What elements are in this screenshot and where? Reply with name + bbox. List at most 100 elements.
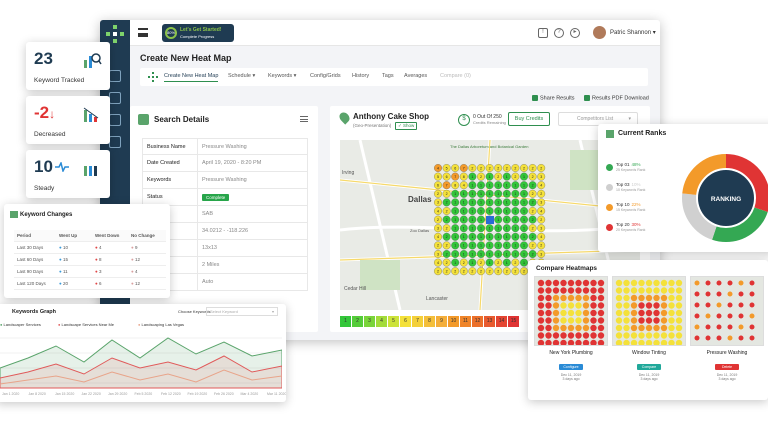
pdf-download-button[interactable]: Results PDF Download <box>584 95 649 101</box>
stat-card-decreased: -2↓ Decreased <box>26 96 110 144</box>
rank-scale-cell: 9 <box>436 316 448 327</box>
sidebar-item-heatmap[interactable] <box>109 92 121 104</box>
compare-heatmap-tag-button[interactable]: Compare <box>637 364 661 370</box>
stat-label: Keyword Tracked <box>34 77 85 84</box>
thumbnail-point <box>727 335 733 341</box>
thumbnail-point <box>705 313 711 319</box>
tab-history[interactable]: History <box>352 73 369 79</box>
thumbnail-point <box>615 317 623 324</box>
compare-heatmap-thumbnail[interactable] <box>534 276 608 346</box>
x-axis-label: Jan 1 2020 <box>2 392 20 396</box>
tab-create-heat-map[interactable]: Create New Heat Map <box>164 73 219 82</box>
avatar[interactable] <box>593 26 606 39</box>
legend-item: ● Landscaping Las Vegas <box>138 322 184 327</box>
thumbnail-point <box>537 317 545 324</box>
user-menu[interactable]: Patric Shannon ▾ <box>610 29 656 36</box>
cell-value: 6 <box>98 281 102 286</box>
heat-grid-rank: 2 <box>446 261 448 265</box>
heat-grid-rank: 1 <box>506 252 508 256</box>
thumbnail-point <box>545 287 552 294</box>
thumbnail-point <box>552 287 560 294</box>
heat-grid-rank: 2 <box>532 218 534 222</box>
thumbnail-point <box>716 291 722 297</box>
thumbnail-point <box>582 287 590 294</box>
heat-grid-rank: 1 <box>523 235 525 239</box>
thumbnail-point <box>597 309 605 317</box>
tab-compare[interactable]: Compare (0) <box>440 73 471 79</box>
compare-heatmap-date: Dec 11, 2019 3 days ago <box>534 373 608 381</box>
thumbnail-point <box>590 309 597 317</box>
heat-grid-rank: 2 <box>437 218 439 222</box>
table-header-row: Period Went Up Went Down No Change <box>14 230 166 242</box>
thumbnail-point <box>560 302 567 309</box>
tab-averages[interactable]: Averages <box>404 73 427 79</box>
compare-heatmaps-title: Compare Heatmaps <box>536 265 598 272</box>
help-icon[interactable]: ? <box>554 28 564 38</box>
rank-scale-cell: 15 <box>508 316 520 327</box>
business-marker-icon[interactable] <box>486 216 494 224</box>
heat-grid-rank: 7 <box>454 175 456 179</box>
heat-grid-rank: 2 <box>514 166 516 170</box>
share-results-button[interactable]: Share Results <box>532 95 575 101</box>
thumbnail-point <box>645 309 653 317</box>
compare-heatmap-tag-button[interactable]: Configure <box>559 364 583 370</box>
rank-dot <box>606 224 613 231</box>
compare-heatmap-tag-button[interactable]: Delete <box>715 364 739 370</box>
tab-keywords[interactable]: Keywords ▾ <box>268 73 296 79</box>
cell-value: Last 120 Days <box>17 281 46 286</box>
thumbnail-point <box>675 339 683 345</box>
grid-icon <box>148 72 158 82</box>
heat-grid-rank: 1 <box>514 227 516 231</box>
stat-card-tracked: 23 Keyword Tracked <box>26 42 110 90</box>
tab-schedule[interactable]: Schedule ▾ <box>228 73 255 79</box>
thumbnail-point <box>552 332 560 339</box>
show-label: Show <box>403 123 415 128</box>
heat-grid-rank: 1 <box>523 192 525 196</box>
heat-grid-rank: 1 <box>497 218 499 222</box>
thumbnail-point <box>749 335 755 341</box>
thumbnail-point <box>623 317 630 324</box>
thumbnail-point <box>597 324 605 332</box>
bell-icon[interactable]: ! <box>538 28 548 38</box>
thumbnail-point <box>560 279 567 287</box>
play-icon[interactable]: ▸ <box>570 28 580 38</box>
heat-grid-rank: 6 <box>454 166 456 170</box>
pdf-label: Results PDF Download <box>592 95 649 102</box>
thumbnail-point <box>660 339 668 345</box>
choose-keywords-select[interactable]: Select Keyword ▾ <box>206 307 278 316</box>
thumbnail-point <box>575 309 582 317</box>
compare-heatmap-thumbnail[interactable] <box>612 276 686 346</box>
compare-heatmaps-card: Compare Heatmaps New York Plumbing Config… <box>528 260 768 400</box>
menu-icon[interactable] <box>300 116 308 122</box>
sidebar-item-reports[interactable] <box>109 114 121 126</box>
thumbnail-point <box>545 309 552 317</box>
thumbnail-point <box>590 317 597 324</box>
buy-credits-button[interactable]: Buy Credits <box>508 112 550 126</box>
thumbnail-point <box>567 279 575 287</box>
tab-tags[interactable]: Tags <box>382 73 394 79</box>
sidebar-item-search[interactable] <box>109 70 121 82</box>
heat-grid-rank: 1 <box>523 175 525 179</box>
hamburger-menu-icon[interactable] <box>138 28 148 37</box>
cell-value: Last 30 Days <box>17 245 44 250</box>
thumbnail-point <box>567 317 575 324</box>
thumbnail-point <box>668 317 675 324</box>
show-toggle[interactable]: ✓ Show <box>395 122 418 130</box>
logo-icon[interactable] <box>106 25 124 43</box>
get-started-banner[interactable]: 80% Let's Get Started! Complete Progress <box>162 24 234 42</box>
thumbnail-point <box>597 317 605 324</box>
thumbnail-point <box>560 294 567 302</box>
tab-config-grids[interactable]: Config/Grids <box>310 73 341 79</box>
heat-grid-rank: 2 <box>471 166 473 170</box>
stat-value: 23 <box>34 49 53 68</box>
thumbnail-point <box>716 280 722 286</box>
sidebar-item-settings[interactable] <box>109 136 121 148</box>
detail-value: 34.0212 - -118.226 <box>202 228 249 234</box>
table-cell: ● 4 <box>128 266 164 277</box>
thumbnail-point <box>645 279 653 287</box>
heat-grid-rank: 1 <box>463 209 465 213</box>
heat-grid-rank: 2 <box>480 261 482 265</box>
thumbnail-point <box>660 309 668 317</box>
compare-heatmap-thumbnail[interactable] <box>690 276 764 346</box>
search-details-icon <box>138 114 149 125</box>
